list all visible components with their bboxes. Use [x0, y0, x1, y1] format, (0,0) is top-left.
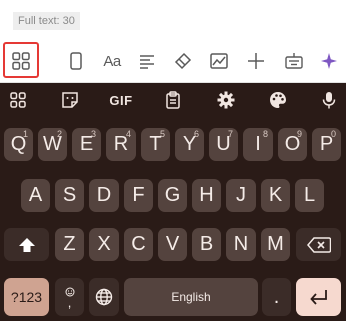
enter-icon [309, 290, 327, 305]
key-e[interactable]: E3 [72, 128, 101, 161]
emoji-sticker-icon [62, 92, 78, 108]
mic-button[interactable] [314, 87, 344, 113]
key-q[interactable]: Q1 [4, 128, 33, 161]
settings-button[interactable] [211, 87, 241, 113]
key-h[interactable]: H [192, 179, 221, 212]
key-k[interactable]: K [261, 179, 290, 212]
text-style-icon: Aa [103, 52, 121, 70]
key-t[interactable]: T5 [141, 128, 170, 161]
keyboard: GIF Q1 W2 E3 R4 T5 Y6 U7 I8 O9 P0 A S D … [0, 83, 346, 321]
enter-key[interactable] [296, 278, 341, 316]
gif-button[interactable]: GIF [104, 87, 138, 113]
language-key[interactable] [89, 278, 119, 316]
key-n[interactable]: N [226, 228, 256, 261]
key-u[interactable]: U7 [209, 128, 238, 161]
backspace-icon [306, 236, 331, 253]
sparkle-button[interactable] [312, 40, 346, 82]
key-v[interactable]: V [158, 228, 187, 261]
align-button[interactable] [130, 40, 164, 82]
key-x[interactable]: X [89, 228, 119, 261]
key-hint: 9 [296, 129, 302, 139]
key-g[interactable]: G [158, 179, 187, 212]
key-r[interactable]: R4 [106, 128, 136, 161]
key-l[interactable]: L [295, 179, 324, 212]
key-f[interactable]: F [124, 179, 153, 212]
key-hint: 2 [56, 129, 62, 139]
grid-icon [10, 92, 26, 108]
key-hint: 3 [90, 129, 96, 139]
key-j[interactable]: J [226, 179, 256, 212]
key-i[interactable]: I8 [243, 128, 273, 161]
add-button[interactable] [239, 40, 273, 82]
one-handed-button[interactable] [59, 40, 93, 82]
gif-icon: GIF [109, 92, 133, 108]
palette-icon [270, 92, 286, 108]
key-p[interactable]: P0 [312, 128, 341, 161]
sparkle-icon [321, 53, 337, 69]
plus-icon [248, 53, 264, 69]
emoji-sticker-button[interactable] [55, 87, 85, 113]
key-hint: 6 [193, 129, 199, 139]
palette-button[interactable] [263, 87, 293, 113]
shift-key[interactable] [4, 228, 49, 261]
key-z[interactable]: Z [55, 228, 84, 261]
clean-button[interactable] [166, 40, 200, 82]
clipboard-button[interactable] [158, 87, 188, 113]
key-c[interactable]: C [124, 228, 153, 261]
settings-icon [217, 91, 235, 109]
key-hint: 1 [22, 129, 28, 139]
key-hint: 0 [330, 129, 336, 139]
key-hint: 8 [262, 129, 268, 139]
status-bar: Full text: 30 [0, 0, 346, 40]
clean-icon [174, 52, 192, 70]
shift-icon [18, 237, 35, 252]
keyboard-button[interactable] [277, 40, 311, 82]
backspace-key[interactable] [296, 228, 341, 261]
grid-button[interactable] [3, 87, 33, 113]
key-hint: 4 [125, 129, 131, 139]
align-icon [140, 55, 154, 69]
selection-highlight [3, 42, 39, 78]
emoji-comma-key[interactable]: , [55, 278, 84, 316]
chart-icon [210, 53, 228, 69]
keyboard-toolbar: Aa [0, 40, 346, 83]
key-o[interactable]: O9 [278, 128, 307, 161]
key-y[interactable]: Y6 [175, 128, 204, 161]
full-text-indicator: Full text: 30 [13, 12, 80, 30]
key-m[interactable]: M [261, 228, 290, 261]
one-handed-icon [70, 52, 82, 70]
key-hint: 5 [159, 129, 165, 139]
key-b[interactable]: B [192, 228, 221, 261]
keyboard-top-row: GIF [0, 83, 346, 117]
globe-icon [95, 288, 113, 306]
key-w[interactable]: W2 [38, 128, 67, 161]
symbols-key[interactable]: ?123 [4, 278, 49, 316]
key-hint: 7 [227, 129, 233, 139]
space-key[interactable]: English [124, 278, 258, 316]
text-style-button[interactable]: Aa [95, 40, 129, 82]
chart-button[interactable] [202, 40, 236, 82]
keyboard-icon [285, 53, 303, 69]
key-s[interactable]: S [55, 179, 84, 212]
clipboard-icon [166, 91, 180, 109]
period-key[interactable]: . [262, 278, 291, 316]
key-d[interactable]: D [89, 179, 119, 212]
mic-icon [322, 92, 336, 109]
key-a[interactable]: A [21, 179, 50, 212]
